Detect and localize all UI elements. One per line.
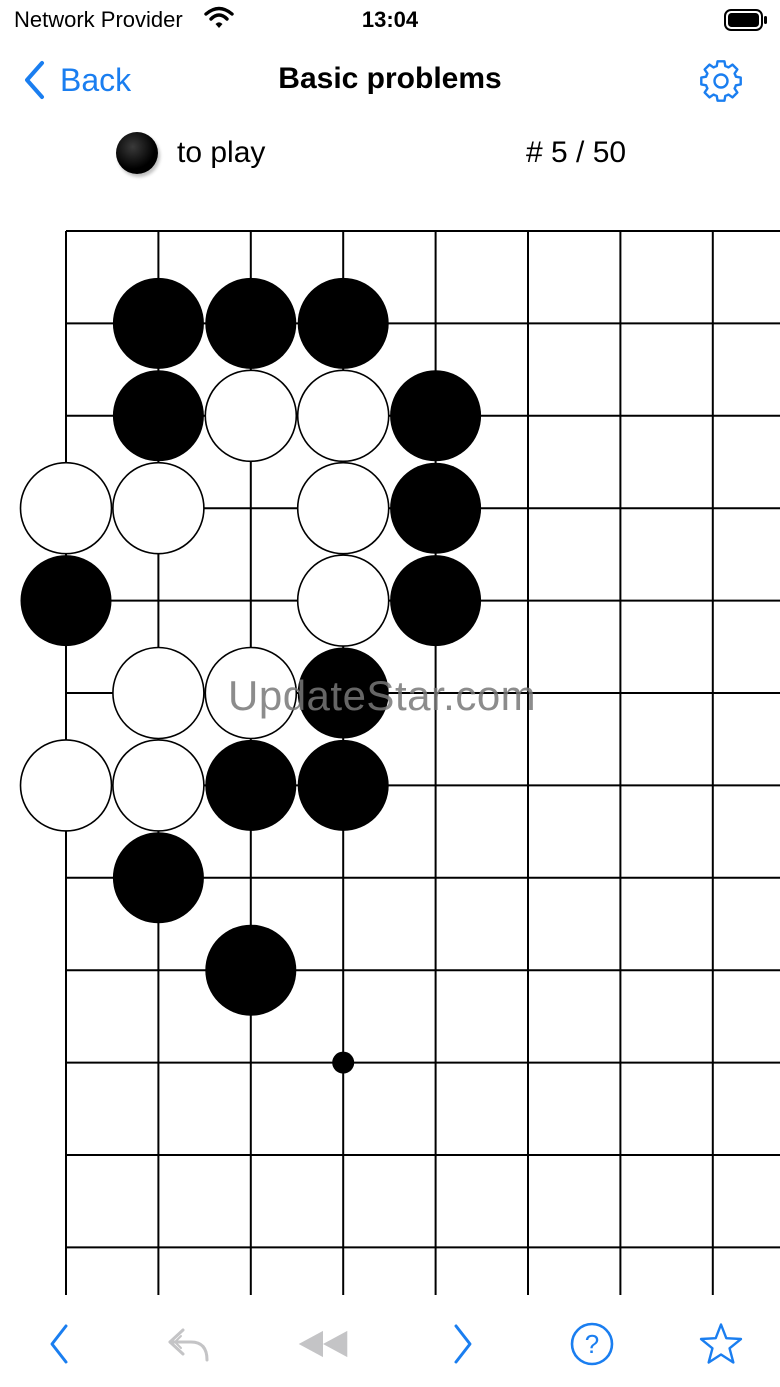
black-stone-icon	[116, 132, 158, 174]
black-stone	[112, 832, 204, 924]
star-icon	[699, 1323, 743, 1364]
page-title: Basic problems	[278, 62, 502, 95]
help-icon: ?	[570, 1322, 614, 1366]
restart-button[interactable]	[295, 1316, 351, 1372]
problem-counter: # 5 / 50	[526, 136, 627, 169]
black-stone	[390, 555, 482, 647]
white-stone	[112, 461, 205, 555]
hint-button[interactable]: ?	[564, 1316, 620, 1372]
favorite-button[interactable]	[693, 1316, 749, 1372]
settings-button[interactable]	[698, 58, 744, 104]
watermark: UpdateStar.com	[228, 672, 537, 719]
star-point	[332, 1051, 355, 1074]
undo-icon	[168, 1328, 209, 1362]
black-stone	[112, 277, 204, 369]
gear-icon	[700, 60, 742, 102]
black-stone	[205, 277, 297, 369]
chevron-right-icon	[454, 1324, 472, 1364]
white-stone	[112, 739, 205, 832]
black-stone	[112, 370, 204, 462]
black-stone	[205, 924, 297, 1016]
bottom-toolbar: ?	[0, 1316, 780, 1376]
black-stone	[390, 462, 482, 554]
battery-icon	[724, 9, 768, 36]
black-stone	[390, 370, 482, 462]
undo-button[interactable]	[161, 1316, 217, 1372]
white-stone	[19, 461, 113, 555]
help-label: ?	[585, 1329, 599, 1359]
black-stone	[20, 555, 112, 647]
next-problem-button[interactable]	[435, 1316, 491, 1372]
black-stone	[297, 739, 389, 831]
navigation-bar: Back Basic problems	[0, 50, 780, 110]
black-stone	[297, 277, 389, 369]
white-stone	[296, 369, 390, 463]
go-board[interactable]	[0, 220, 780, 1300]
status-bar: Network Provider 13:04	[0, 0, 780, 40]
to-play-label: to play	[177, 136, 266, 169]
status-time: 13:04	[361, 7, 419, 32]
rewind-icon	[298, 1330, 348, 1358]
white-stone	[19, 739, 113, 832]
white-stone	[204, 369, 298, 463]
white-stone	[296, 461, 390, 555]
white-stone	[296, 554, 390, 647]
black-stone	[205, 739, 297, 831]
chevron-left-icon	[50, 1324, 68, 1364]
white-stone	[112, 646, 205, 740]
problem-info-row: to play # 5 / 50	[0, 128, 780, 182]
previous-problem-button[interactable]	[31, 1316, 87, 1372]
